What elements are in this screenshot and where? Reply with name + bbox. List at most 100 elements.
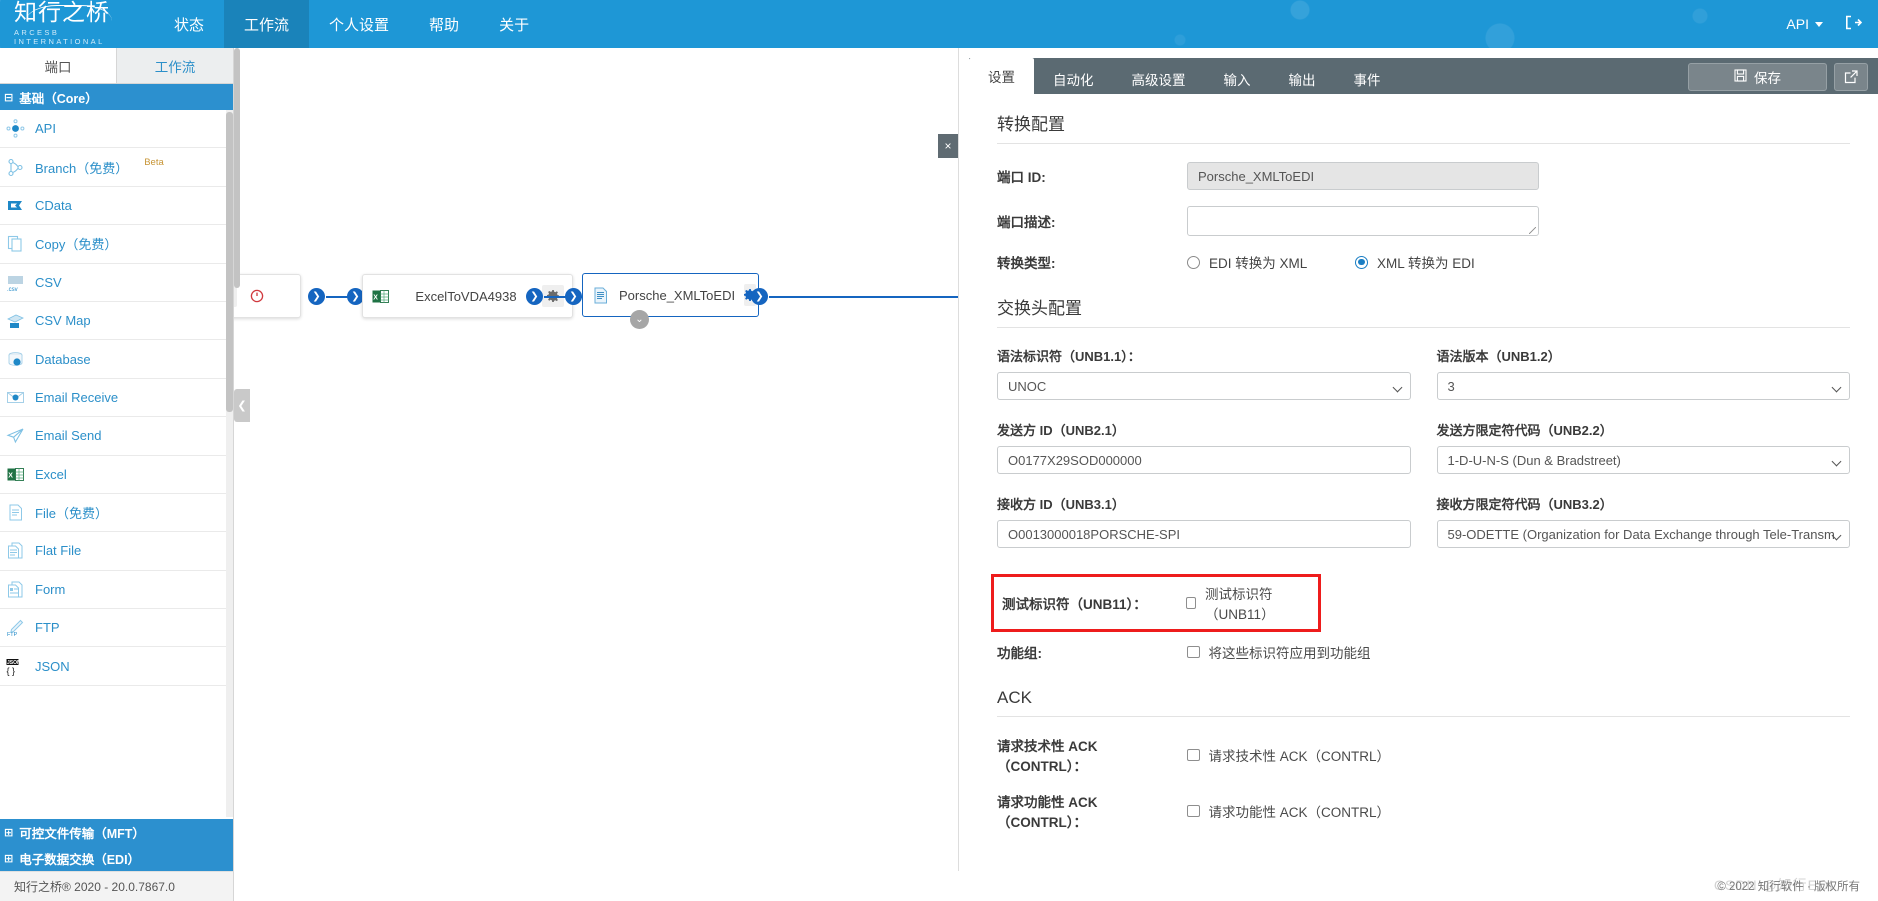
beta-badge: Beta — [144, 156, 164, 168]
test-indicator-checkbox-row[interactable]: 测试标识符（UNB11） — [1186, 583, 1310, 623]
sidebar-item-label: File（免费） — [35, 506, 108, 522]
tab-output[interactable]: 输出 — [1270, 64, 1335, 94]
port-description-textarea[interactable] — [1187, 206, 1539, 236]
save-icon — [1734, 69, 1747, 85]
sidebar-item-branch[interactable]: Branch（免费） Beta — [0, 148, 233, 187]
sidebar-group-mft-label: 可控文件传输（MFT） — [19, 826, 145, 841]
gear-icon[interactable] — [234, 285, 237, 307]
sidebar-item-cdata[interactable]: CData — [0, 187, 233, 226]
sidebar-item-label: CSV Map — [35, 313, 91, 329]
tab-advanced[interactable]: 高级设置 — [1113, 64, 1205, 94]
sidebar-item-ftp[interactable]: FTP FTP — [0, 609, 233, 648]
tab-events[interactable]: 事件 — [1335, 64, 1400, 94]
flow-node-partial[interactable] — [234, 274, 301, 318]
port-settings-panel: 设置 自动化 高级设置 输入 输出 事件 保存 转换配置 端口 ID: Pors… — [958, 48, 1878, 871]
sidebar-collapse-handle[interactable]: ❮ — [234, 389, 250, 422]
syntax-id-select[interactable]: UNOC — [997, 372, 1411, 400]
stop-clock-icon[interactable] — [246, 285, 268, 307]
sidebar-tab-ports[interactable]: 端口 — [0, 48, 117, 83]
functional-group-checkbox[interactable] — [1187, 645, 1200, 659]
radio-edi-to-xml[interactable]: EDI 转换为 XML — [1187, 252, 1355, 272]
func-ack-checkbox-row[interactable]: 请求功能性 ACK（CONTRL） — [1187, 801, 1390, 821]
radio-button[interactable] — [1355, 255, 1368, 269]
nav-item-about[interactable]: 关于 — [479, 0, 549, 48]
sidebar-item-csv-map[interactable]: CSV Map — [0, 302, 233, 341]
panel-tab-actions: 保存 — [1688, 63, 1878, 94]
chevron-down-icon — [1815, 21, 1823, 27]
func-ack-label: 请求功能性 ACK（CONTRL）： — [997, 795, 1098, 830]
radio-button[interactable] — [1187, 255, 1200, 269]
receiver-id-label: 接收方 ID（UNB3.1） — [997, 497, 1125, 512]
sidebar-item-api[interactable]: API — [0, 110, 233, 149]
sidebar-group-mft[interactable]: ⊞ 可控文件传输（MFT） — [0, 819, 233, 845]
nav-item-help[interactable]: 帮助 — [409, 0, 479, 48]
sidebar-item-label: Excel — [35, 466, 67, 482]
sidebar-port-list: API Branch（免费） Beta CData Copy（免费） .csv — [0, 110, 233, 817]
app-logo[interactable]: 知行之桥 ARCESB INTERNATIONAL — [0, 0, 130, 48]
sidebar-item-json[interactable]: JSON{ } JSON — [0, 647, 233, 686]
nav-item-status[interactable]: 状态 — [154, 0, 224, 48]
test-indicator-checkbox[interactable] — [1186, 596, 1197, 610]
flow-port-out[interactable]: ❯ — [308, 288, 325, 305]
svg-text:FTP: FTP — [7, 632, 18, 637]
logout-icon[interactable] — [1845, 15, 1863, 33]
port-id-input[interactable]: Porsche_XMLToEDI — [1187, 162, 1539, 190]
sidebar-item-email-send[interactable]: Email Send — [0, 417, 233, 456]
field-row-port-id: 端口 ID: Porsche_XMLToEDI — [997, 162, 1850, 190]
sidebar-item-label: Branch（免费） — [35, 160, 129, 176]
flow-node-porsche-xmltoedi[interactable]: Porsche_XMLToEDI — [582, 273, 759, 317]
receiver-qualifier-select[interactable]: 59-ODETTE (Organization for Data Exchang… — [1436, 520, 1850, 548]
receiver-id-input[interactable]: O0013000018PORSCHE-SPI — [997, 520, 1411, 548]
flow-node-label: ExcelToVDA4938 — [415, 288, 517, 304]
sidebar-item-database[interactable]: Database — [0, 340, 233, 379]
flow-port-in[interactable]: ❯ — [565, 288, 582, 305]
sidebar-item-email-receive[interactable]: Email Receive — [0, 379, 233, 418]
nav-item-profile[interactable]: 个人设置 — [309, 0, 409, 48]
flow-port-out[interactable]: ❯ — [526, 288, 543, 305]
sidebar-item-copy[interactable]: Copy（免费） — [0, 225, 233, 264]
panel-close-button[interactable]: × — [938, 134, 958, 158]
sidebar-item-label: Flat File — [35, 543, 82, 559]
sidebar-item-label: FTP — [35, 620, 60, 636]
sidebar-item-excel[interactable]: X Excel — [0, 456, 233, 494]
sidebar-group-edi[interactable]: ⊞ 电子数据交换（EDI） — [0, 845, 233, 871]
tab-input[interactable]: 输入 — [1205, 64, 1270, 94]
tab-automation[interactable]: 自动化 — [1034, 64, 1113, 94]
functional-group-checkbox-label: 将这些标识符应用到功能组 — [1208, 646, 1371, 661]
radio-xml-to-edi-label: XML 转换为 EDI — [1377, 256, 1475, 271]
sender-id-input[interactable]: O0177X29SOD000000 — [997, 446, 1411, 474]
api-menu-label: API — [1786, 16, 1809, 32]
nav-item-workflow[interactable]: 工作流 — [224, 0, 310, 48]
syntax-version-label: 语法版本（UNB1.2） — [1436, 349, 1561, 364]
flow-port-out[interactable]: ❯ — [751, 288, 768, 305]
svg-text:X: X — [373, 294, 378, 301]
functional-group-label: 功能组: — [997, 646, 1042, 661]
test-indicator-label: 测试标识符（UNB11）： — [1002, 597, 1147, 612]
sidebar-item-file[interactable]: File（免费） — [0, 494, 233, 533]
open-external-button[interactable] — [1834, 63, 1868, 91]
flow-node-expand-chevron[interactable]: ⌄ — [630, 310, 649, 329]
api-menu-button[interactable]: API — [1786, 16, 1823, 32]
sidebar-item-form[interactable]: Form — [0, 571, 233, 610]
tech-ack-checkbox[interactable] — [1187, 748, 1200, 762]
field-row-func-ack: 请求功能性 ACK（CONTRL）： 请求功能性 ACK（CONTRL） — [997, 791, 1850, 831]
sidebar-item-flat-file[interactable]: Flat File — [0, 532, 233, 571]
sidebar-scrollbar-thumb[interactable] — [226, 112, 233, 412]
main-nav-items: 状态 工作流 个人设置 帮助 关于 — [154, 0, 549, 48]
sidebar-item-csv[interactable]: .csv CSV — [0, 264, 233, 302]
tab-settings[interactable]: 设置 — [969, 58, 1034, 94]
expand-box-icon: ⊟ — [4, 91, 14, 104]
section-title-convert: 转换配置 — [997, 110, 1850, 144]
syntax-version-select[interactable]: 3 — [1436, 372, 1850, 400]
radio-xml-to-edi[interactable]: XML 转换为 EDI — [1355, 252, 1475, 272]
excel-icon: X — [6, 465, 25, 484]
sidebar-group-core[interactable]: ⊟ 基础（Core） — [0, 84, 233, 110]
field-receiver-qualifier: 接收方限定符代码（UNB3.2） 59-ODETTE (Organization… — [1436, 494, 1850, 548]
tech-ack-checkbox-row[interactable]: 请求技术性 ACK（CONTRL） — [1187, 745, 1390, 765]
sidebar-tab-workflow[interactable]: 工作流 — [117, 48, 233, 83]
func-ack-checkbox[interactable] — [1187, 804, 1200, 818]
functional-group-checkbox-row[interactable]: 将这些标识符应用到功能组 — [1187, 642, 1371, 662]
canvas-scrollbar-thumb[interactable] — [234, 48, 240, 288]
save-button[interactable]: 保存 — [1688, 63, 1827, 91]
sender-qualifier-select[interactable]: 1-D-U-N-S (Dun & Bradstreet) — [1436, 446, 1850, 474]
